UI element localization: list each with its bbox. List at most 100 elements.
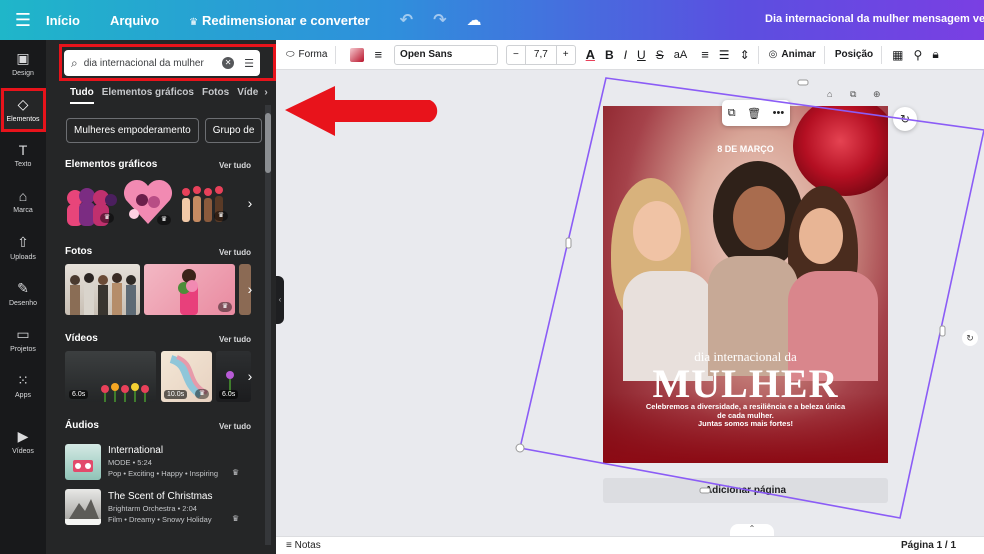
font-family-select[interactable]: Open Sans xyxy=(394,44,499,65)
chevron-right-icon[interactable]: › xyxy=(264,87,267,104)
design-heading-big[interactable]: MULHER xyxy=(603,360,888,407)
collapse-panel-handle[interactable]: ‹ xyxy=(276,276,284,324)
rail-item-uploads[interactable]: ⇧ Uploads xyxy=(0,226,46,270)
design-subtext[interactable]: Juntas somos mais fortes! xyxy=(603,419,888,428)
notes-label: Notas xyxy=(294,540,321,551)
audio-title[interactable]: The Scent of Christmas xyxy=(108,491,212,502)
audio-tags: Film • Dreamy • Snowy Holiday xyxy=(108,515,212,524)
text-color-icon[interactable]: A xyxy=(586,47,595,62)
rail-item-brand[interactable]: ⌂ Marca xyxy=(0,180,46,224)
hamburger-menu-icon[interactable]: ☰ xyxy=(0,10,46,31)
chevron-right-icon[interactable]: › xyxy=(242,188,258,218)
page-indicator[interactable]: Página 1 / 1 xyxy=(901,540,956,551)
font-size-value[interactable]: 7,7 xyxy=(524,45,557,64)
audio-cover[interactable] xyxy=(65,444,101,480)
crown-icon: ♛ xyxy=(218,302,232,312)
rail-item-projects[interactable]: ▭ Projetos xyxy=(0,318,46,362)
see-all-link[interactable]: Ver tudo xyxy=(219,248,251,257)
see-all-link[interactable]: Ver tudo xyxy=(219,335,251,344)
spacing-icon[interactable]: ⇕ xyxy=(740,48,750,62)
rail-item-videos[interactable]: ▶ Vídeos xyxy=(0,420,46,464)
trash-icon[interactable]: 🗑︎ xyxy=(747,107,761,120)
transparency-icon[interactable]: ▦ xyxy=(892,48,903,62)
audio-title[interactable]: International xyxy=(108,445,163,456)
shape-label: Forma xyxy=(298,49,328,60)
letter-case-icon[interactable]: aA xyxy=(674,49,687,61)
chevron-right-icon[interactable]: › xyxy=(242,361,258,391)
rail-item-draw[interactable]: ✎ Desenho xyxy=(0,272,46,316)
cloud-save-icon[interactable]: ☁ xyxy=(466,11,481,29)
document-title[interactable]: Dia internacional da mulher mensagem ver… xyxy=(765,13,984,25)
duplicate-page-icon[interactable]: ⧉ xyxy=(850,89,856,100)
animate-button[interactable]: ◎ Animar xyxy=(769,49,816,60)
lock-icon[interactable]: 🔒︎ xyxy=(932,47,938,62)
chip[interactable]: Grupo de xyxy=(204,118,263,143)
photo-thumbnail[interactable]: ♛ xyxy=(144,264,235,315)
strikethrough-icon[interactable]: S xyxy=(656,48,664,62)
add-page-button[interactable]: Adicionar página xyxy=(603,478,888,503)
video-thumbnail[interactable]: 10.0s ♛ xyxy=(161,351,212,402)
resize-button[interactable]: ♛ Redimensionar e converter xyxy=(189,13,370,28)
decrease-size-button[interactable]: − xyxy=(507,49,525,60)
graphic-thumbnail[interactable]: ♛ xyxy=(179,180,231,224)
see-all-link[interactable]: Ver tudo xyxy=(219,422,251,431)
color-swatch[interactable] xyxy=(350,47,365,62)
video-icon: ▶ xyxy=(17,428,29,444)
border-style-icon[interactable]: ≡ xyxy=(374,47,382,62)
graphic-thumbnail[interactable]: ♛ xyxy=(65,178,117,226)
tab-photos[interactable]: Fotos xyxy=(202,87,229,104)
video-thumbnail[interactable]: 6.0s xyxy=(65,351,156,402)
photo-thumbnail[interactable] xyxy=(65,264,140,315)
panel-tabs: Tudo Elementos gráficos Fotos Víde › xyxy=(70,87,276,104)
audio-cover[interactable] xyxy=(65,489,101,525)
underline-icon[interactable]: U xyxy=(637,48,646,62)
copy-icon[interactable]: ⧉ xyxy=(728,107,736,120)
increase-size-button[interactable]: + xyxy=(557,49,575,60)
panel-scrollbar[interactable] xyxy=(265,105,271,545)
rail-item-apps[interactable]: ⁙ Apps xyxy=(0,364,46,408)
rail-label: Projetos xyxy=(10,346,36,353)
rotate-handle-icon[interactable]: ↻ xyxy=(962,330,978,346)
resize-label: Redimensionar e converter xyxy=(202,12,370,28)
tab-all[interactable]: Tudo xyxy=(70,87,94,104)
italic-icon[interactable]: I xyxy=(624,48,627,62)
tab-videos[interactable]: Víde xyxy=(237,87,258,104)
graphic-thumbnail[interactable]: ♛ xyxy=(122,176,174,228)
rotate-icon[interactable]: ↻ xyxy=(893,107,917,131)
align-center-icon[interactable]: ≡ xyxy=(701,47,709,62)
design-icon: ▣ xyxy=(16,50,30,66)
editor-toolbar: ⬭ Forma ≡ Open Sans − 7,7 + A B I U S aA … xyxy=(276,40,984,70)
see-all-link[interactable]: Ver tudo xyxy=(219,161,251,170)
position-button[interactable]: Posição xyxy=(835,49,873,60)
woman-face-right xyxy=(799,208,843,264)
duration-badge: 10.0s xyxy=(164,390,188,399)
notes-icon: ≡ xyxy=(286,540,295,551)
tab-graphics[interactable]: Elementos gráficos xyxy=(102,87,194,104)
design-body-text[interactable]: Celebremos a diversidade, a resiliência … xyxy=(643,402,848,420)
rail-label: Vídeos xyxy=(12,448,34,455)
list-icon[interactable]: ☰ xyxy=(719,48,730,62)
add-page-icon[interactable]: ⊕ xyxy=(873,89,881,100)
rail-item-design[interactable]: ▣ Design xyxy=(0,42,46,86)
design-page[interactable]: 8 DE MARÇO dia internacional da MULHER C… xyxy=(603,106,888,463)
status-bar: ≡ Notas Página 1 / 1 xyxy=(276,536,984,554)
chevron-right-icon[interactable]: › xyxy=(242,274,258,304)
shape-button[interactable]: ⬭ Forma xyxy=(286,49,327,60)
elements-panel: ⌕ dia internacional da mulher ✕ ☰ Tudo E… xyxy=(46,40,276,554)
lock-element-icon[interactable]: ⌂ xyxy=(827,89,832,99)
rail-label: Desenho xyxy=(8,300,38,307)
redo-icon[interactable]: ↷ xyxy=(433,10,446,30)
chip[interactable]: Mulheres empoderamento xyxy=(66,118,199,143)
more-icon[interactable]: ••• xyxy=(773,107,785,119)
audio-artist: Brightarm Orchestra • 2:04 xyxy=(108,504,197,513)
notes-button[interactable]: ≡ Notas xyxy=(286,540,321,551)
undo-icon[interactable]: ↶ xyxy=(400,10,413,30)
file-menu[interactable]: Arquivo xyxy=(110,13,159,28)
paint-format-icon[interactable]: ⚲ xyxy=(914,48,923,62)
rail-item-text[interactable]: T Texto xyxy=(0,134,46,178)
bold-icon[interactable]: B xyxy=(605,48,614,62)
home-link[interactable]: Início xyxy=(46,13,80,28)
design-date[interactable]: 8 DE MARÇO xyxy=(603,144,888,154)
rail-label: Marca xyxy=(13,207,33,214)
scrollbar-thumb[interactable] xyxy=(265,113,271,173)
